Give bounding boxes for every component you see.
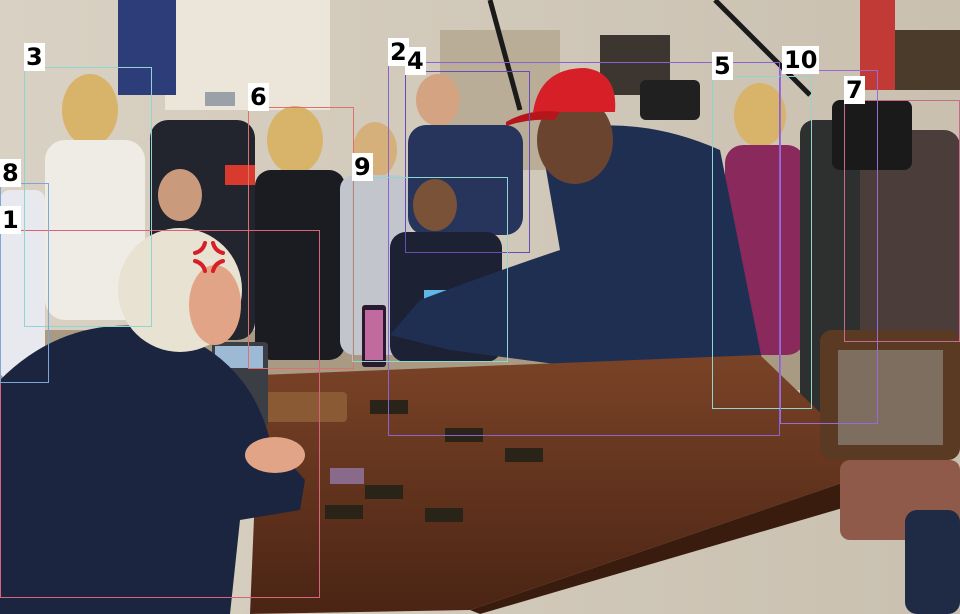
person-head — [158, 169, 202, 221]
region-label-7: 7 — [844, 76, 865, 104]
blonde-reporter-head — [267, 106, 323, 174]
tv-camera — [832, 100, 912, 170]
coaster — [370, 400, 408, 414]
coaster — [505, 448, 543, 462]
photo-illustration — [0, 0, 960, 614]
painting — [895, 30, 960, 90]
red-phone — [225, 165, 255, 185]
camera-2 — [640, 80, 700, 120]
region-label-10: 10 — [782, 46, 820, 74]
region-label-6: 6 — [248, 83, 269, 111]
person-5-head — [734, 83, 786, 147]
region-label-4: 4 — [405, 47, 426, 75]
region-label-9: 9 — [352, 153, 373, 181]
card — [330, 468, 364, 484]
annotated-photo: 1 2 3 4 5 6 7 8 9 10 — [0, 0, 960, 614]
flag-right — [860, 0, 895, 90]
coaster — [365, 485, 403, 499]
chair-cane — [838, 350, 943, 445]
region-label-5: 5 — [712, 52, 733, 80]
coaster — [425, 508, 463, 522]
seated-foreground-face — [189, 265, 241, 345]
blonde-reporter-body — [255, 170, 345, 360]
region-label-8: 8 — [0, 159, 21, 187]
region-label-1: 1 — [0, 206, 21, 234]
person-3-head — [62, 74, 118, 146]
flag-left — [118, 0, 176, 95]
seated-man-head — [413, 179, 457, 231]
seated-foreground-hands — [245, 437, 305, 473]
person-4-head — [416, 74, 460, 126]
phone-screen — [365, 310, 383, 360]
wooden-box — [265, 392, 347, 422]
coaster — [445, 428, 483, 442]
leg-right — [905, 510, 960, 614]
region-label-3: 3 — [24, 43, 45, 71]
raised-phone — [205, 92, 235, 106]
coaster — [325, 505, 363, 519]
